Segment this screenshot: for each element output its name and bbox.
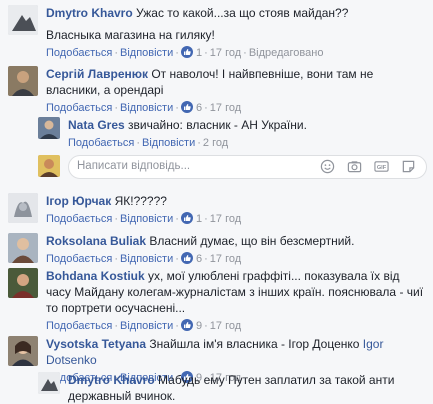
comment-text: Знайшла ім'я власника - Ігор Доценко <box>149 337 360 351</box>
comment-actions: Подобається · Відповісти · 1 · 17 год <box>46 212 242 225</box>
reply-link[interactable]: Відповісти <box>120 320 173 332</box>
like-link[interactable]: Подобається <box>46 320 112 332</box>
thumbs-up-icon <box>180 319 193 331</box>
thumbs-up-icon <box>180 101 193 113</box>
reply-placeholder: Написати відповідь... <box>77 160 191 172</box>
edited-label[interactable]: Відредаговано <box>249 47 324 59</box>
comment: Ігор Юрчак ЯК!????? Подобається · Відповіс… <box>8 193 427 227</box>
gif-icon[interactable]: GIF <box>374 159 389 174</box>
commenter-name[interactable]: Bohdana Kostiuk <box>46 269 145 283</box>
avatar[interactable] <box>8 268 38 298</box>
commenter-name[interactable]: Ігор Юрчак <box>46 194 111 208</box>
commenter-name[interactable]: Сергій Лавренюк <box>46 67 148 81</box>
commenter-name[interactable]: Roksolana Buliak <box>46 234 146 248</box>
comment-actions: Подобається · Відповісти · 2 год <box>68 137 229 149</box>
thumbs-up-icon <box>180 212 193 224</box>
timestamp[interactable]: 17 год <box>210 102 241 114</box>
camera-icon[interactable] <box>347 159 362 174</box>
comment-text: Ужас то какой...за що стояв майдан?? <box>136 6 349 20</box>
comment-actions: Подобається · Відповісти · 9 · 17 год <box>46 319 242 332</box>
comment-actions: Подобається · Відповісти · 1 · 17 год · Відреда… <box>46 46 324 59</box>
smiley-icon[interactable] <box>320 159 335 174</box>
like-link[interactable]: Подобається <box>68 137 134 149</box>
commenter-name[interactable]: Vysotska Tetyana <box>46 337 146 351</box>
timestamp[interactable]: 17 год <box>210 47 241 59</box>
avatar[interactable] <box>38 372 60 394</box>
timestamp[interactable]: 17 год <box>210 253 241 265</box>
comment-text-line-2: Власныка магазина на гиляку! <box>46 28 215 42</box>
like-link[interactable]: Подобається <box>46 253 112 265</box>
avatar[interactable] <box>8 66 38 96</box>
comment-actions: Подобається · Відповісти · 6 · 17 год <box>46 101 242 114</box>
thumbs-up-icon <box>180 252 193 264</box>
avatar[interactable] <box>38 117 60 139</box>
reply-link[interactable]: Відповісти <box>120 102 173 114</box>
timestamp[interactable]: 2 год <box>203 137 228 149</box>
comment-actions: Подобається · Відповісти · 6 · 17 год <box>46 252 242 265</box>
reply-link[interactable]: Відповісти <box>120 47 173 59</box>
avatar[interactable] <box>8 5 38 35</box>
commenter-name[interactable]: Nata Gres <box>68 118 125 132</box>
timestamp[interactable]: 17 год <box>210 320 241 332</box>
avatar[interactable] <box>8 233 38 263</box>
sticker-icon[interactable] <box>401 159 416 174</box>
comment-text: звичайно: власник - АН України. <box>128 118 307 132</box>
avatar[interactable] <box>8 336 38 366</box>
timestamp[interactable]: 17 год <box>210 213 241 225</box>
commenter-name[interactable]: Dmytro Khavro <box>68 373 155 387</box>
avatar[interactable] <box>8 193 38 223</box>
thumbs-up-icon <box>180 46 193 58</box>
like-link[interactable]: Подобається <box>46 47 112 59</box>
reply-comment: Nata Gres звичайно: власник - АН України… <box>38 117 427 151</box>
reply-link[interactable]: Відповісти <box>120 213 173 225</box>
avatar <box>38 155 60 177</box>
reply-link[interactable]: Відповісти <box>120 253 173 265</box>
comment: Сергій Лавренюк От наволоч! І найвпевніш… <box>8 66 427 116</box>
commenter-name[interactable]: Dmytro Khavro <box>46 6 133 20</box>
reply-input[interactable]: Написати відповідь... GIF <box>68 155 427 179</box>
comment-text: ЯК!????? <box>114 194 167 208</box>
comment-text: Власний думає, що він безсмертний. <box>149 234 355 248</box>
reply-link[interactable]: Відповісти <box>142 137 195 149</box>
comment: Bohdana Kostiuk ух, мої улюблені граффіт… <box>8 268 427 334</box>
reply-comment: Dmytro Khavro Мабудь ему Путен заплатил … <box>38 372 427 404</box>
like-link[interactable]: Подобається <box>46 213 112 225</box>
comment: Roksolana Buliak Власний думає, що він б… <box>8 233 427 267</box>
like-link[interactable]: Подобається <box>46 102 112 114</box>
svg-text:GIF: GIF <box>377 165 387 171</box>
comment: Dmytro Khavro Ужас то какой...за що стоя… <box>8 5 427 61</box>
